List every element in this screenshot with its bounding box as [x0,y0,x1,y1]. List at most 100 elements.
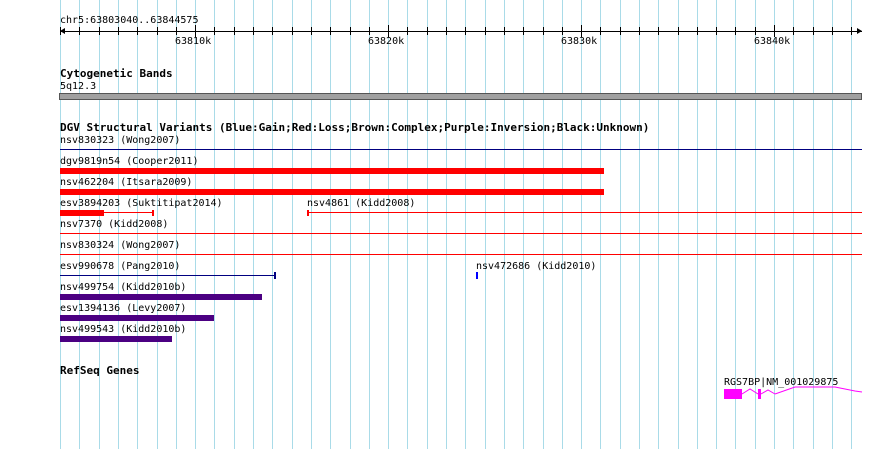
ruler-minor-tick [735,27,736,35]
ruler-minor-tick [697,27,698,35]
variant-block[interactable] [274,272,276,279]
grid-line [716,0,717,449]
ruler-minor-tick [407,27,408,35]
grid-line [697,0,698,449]
variant-line[interactable] [307,212,862,213]
ruler-minor-tick [311,27,312,35]
variant-line[interactable] [60,233,862,234]
variant-label: nsv462204 (Itsara2009) [60,177,193,188]
ruler-minor-tick [253,27,254,35]
ruler-minor-tick [658,27,659,35]
ruler-minor-tick [79,27,80,35]
ruler-minor-tick [832,27,833,35]
variant-bar[interactable] [60,336,172,342]
variant-block[interactable] [60,210,104,216]
ruler-line [60,31,862,32]
ruler-minor-tick [272,27,273,35]
ruler-minor-tick [137,27,138,35]
variant-bar[interactable] [60,189,604,195]
variant-block[interactable] [152,210,154,216]
variant-label: esv3894203 (Suktitipat2014) [60,198,223,209]
gene-model[interactable] [720,386,865,402]
grid-line [369,0,370,449]
ruler-tick-label: 63840k [754,36,791,47]
grid-line [311,0,312,449]
track-title: RefSeq Genes [60,364,140,377]
track-title: Cytogenetic Bands [60,67,173,80]
grid-line [851,0,852,449]
ruler-minor-tick [330,27,331,35]
ruler-minor-tick [157,27,158,35]
grid-line [504,0,505,449]
ruler-minor-tick [543,27,544,35]
ruler-minor-tick [485,27,486,35]
ruler-minor-tick [716,27,717,35]
variant-label: nsv830323 (Wong2007) [60,135,181,146]
grid-line [543,0,544,449]
variant-label: nsv7370 (Kidd2008) [60,219,169,230]
variant-label: esv990678 (Pang2010) [60,261,181,272]
variant-bar[interactable] [60,315,214,321]
gene-exon [724,389,742,399]
variant-line[interactable] [60,149,862,150]
ruler-minor-tick [234,27,235,35]
ruler-tick-label: 63830k [561,36,598,47]
ruler-minor-tick [465,27,466,35]
variant-bar[interactable] [60,168,604,174]
grid-line [176,0,177,449]
ruler-minor-tick [350,27,351,35]
ruler-minor-tick [60,27,61,35]
coordinate-label: chr5:63803040..63844575 [60,15,199,26]
variant-block[interactable] [307,210,309,216]
ruler-minor-tick [755,27,756,35]
grid-line [678,0,679,449]
ruler-minor-tick [813,27,814,35]
scroll-right-arrow-icon[interactable] [857,28,862,34]
cytoband-bar[interactable] [59,93,862,100]
variant-label: dgv9819n54 (Cooper2011) [60,156,199,167]
gene-intron [760,389,776,395]
ruler-minor-tick [369,27,370,35]
grid-line [214,0,215,449]
variant-block[interactable] [476,272,478,279]
ruler-minor-tick [523,27,524,35]
ruler-minor-tick [504,27,505,35]
ruler-minor-tick [851,27,852,35]
ruler-minor-tick [793,27,794,35]
grid-line [523,0,524,449]
variant-line[interactable] [60,275,275,276]
ruler-minor-tick [427,27,428,35]
ruler-minor-tick [176,27,177,35]
variant-label: nsv499543 (Kidd2010b) [60,324,187,335]
variant-label: nsv472686 (Kidd2010) [476,261,597,272]
grid-line [600,0,601,449]
grid-line [330,0,331,449]
ruler-minor-tick [118,27,119,35]
ruler-minor-tick [99,27,100,35]
grid-line [388,0,389,449]
grid-line [407,0,408,449]
variant-label: esv1394136 (Levy2007) [60,303,187,314]
ruler-tick-label: 63810k [175,36,212,47]
ruler-minor-tick [214,27,215,35]
grid-line [562,0,563,449]
ruler-minor-tick [639,27,640,35]
gene-exon [758,389,761,399]
grid-line [272,0,273,449]
variant-bar[interactable] [60,294,262,300]
gene-intron [741,388,759,395]
track-title: DGV Structural Variants (Blue:Gain;Red:L… [60,121,650,134]
variant-label: nsv4861 (Kidd2008) [307,198,416,209]
variant-line[interactable] [60,254,862,255]
ruler-minor-tick [292,27,293,35]
grid-line [581,0,582,449]
ruler-minor-tick [562,27,563,35]
grid-line [465,0,466,449]
ruler-minor-tick [600,27,601,35]
grid-line [195,0,196,449]
genome-browser: chr5:63803040..63844575 63810k 63820k 63… [0,0,890,449]
grid-line [234,0,235,449]
grid-line [350,0,351,449]
grid-line [639,0,640,449]
grid-line [253,0,254,449]
